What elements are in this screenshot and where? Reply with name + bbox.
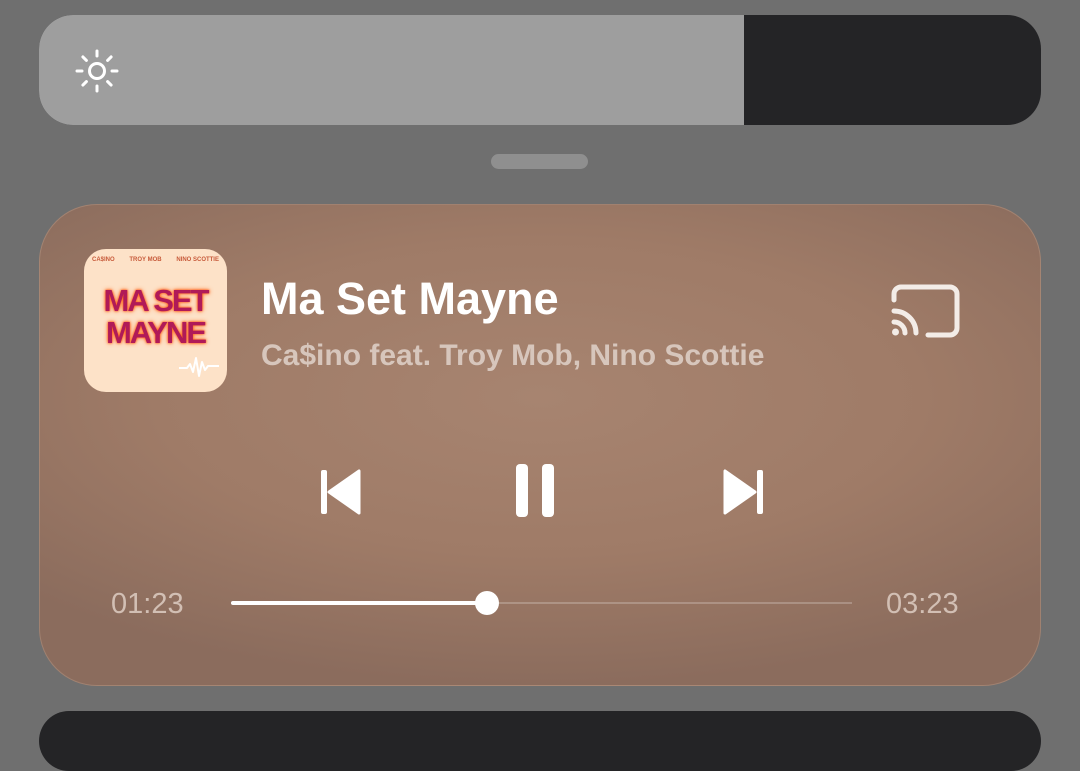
pause-icon[interactable] [499, 455, 569, 525]
panel-drag-handle[interactable] [491, 154, 588, 169]
track-artist: Ca$ino feat. Troy Mob, Nino Scottie [261, 339, 765, 372]
track-title: Ma Set Mayne [261, 273, 559, 324]
cast-icon[interactable] [888, 283, 964, 347]
album-art-title-line-2: MAYNE [105, 315, 207, 350]
album-art-credit-2: TROY MOB [129, 257, 162, 263]
total-duration: 03:23 [886, 588, 959, 620]
album-art[interactable]: CA$INO TROY MOB NINO SCOTTIE MA SET MAYN… [84, 249, 227, 392]
seek-bar-thumb[interactable] [474, 591, 499, 615]
brightness-slider[interactable] [39, 15, 1041, 125]
skip-previous-icon[interactable] [310, 461, 372, 523]
brightness-level-fill [39, 15, 745, 125]
album-art-title: MA SET MAYNE [92, 285, 219, 349]
elapsed-time: 01:23 [111, 588, 184, 620]
skip-next-icon[interactable] [712, 461, 774, 523]
waveform-icon [179, 357, 219, 377]
album-art-credit-3: NINO SCOTTIE [176, 257, 219, 263]
album-art-title-line-1: MA SET [103, 283, 210, 318]
album-art-credit-1: CA$INO [92, 257, 115, 263]
album-art-credits: CA$INO TROY MOB NINO SCOTTIE [92, 257, 219, 263]
media-player-card: CA$INO TROY MOB NINO SCOTTIE MA SET MAYN… [39, 204, 1041, 686]
seek-bar-played [231, 601, 487, 605]
sun-icon [75, 49, 119, 93]
seek-bar[interactable] [231, 591, 852, 615]
next-panel [39, 711, 1041, 771]
